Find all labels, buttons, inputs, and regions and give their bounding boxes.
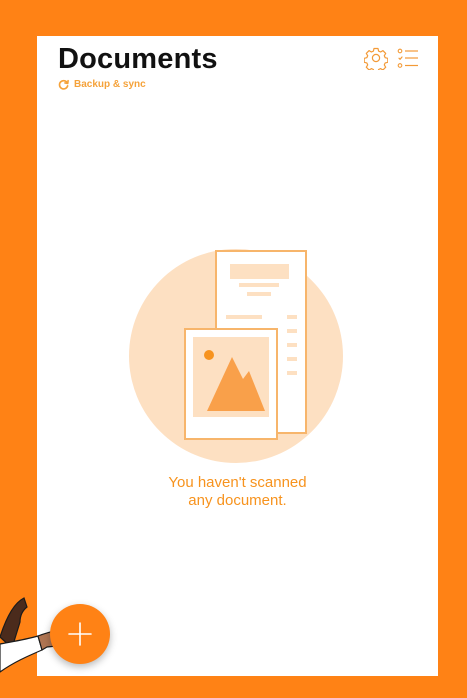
empty-message-line-1: You haven't scanned	[168, 474, 307, 491]
add-document-button[interactable]	[50, 604, 110, 664]
page-title: Documents	[58, 43, 218, 75]
checklist-icon[interactable]	[396, 46, 420, 70]
backup-sync-button[interactable]: Backup & sync	[58, 79, 146, 90]
sync-icon	[58, 79, 69, 90]
empty-state-illustration	[129, 249, 343, 463]
empty-state-message: You haven't scanned any document.	[37, 474, 438, 510]
gear-icon[interactable]	[364, 46, 388, 70]
documents-screen: Documents Backup & sync You haven't scan…	[37, 36, 438, 676]
empty-message-line-2: any document.	[188, 492, 287, 509]
plus-icon	[68, 622, 92, 646]
photo-icon	[184, 328, 278, 440]
sync-label: Backup & sync	[74, 79, 146, 90]
